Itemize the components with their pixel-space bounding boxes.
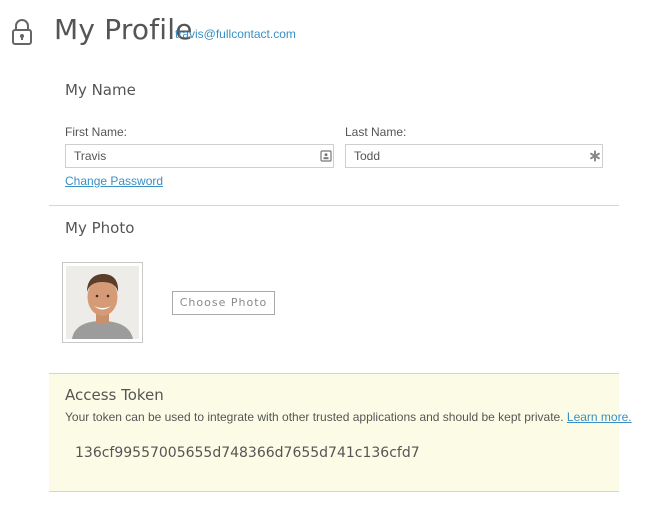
learn-more-link[interactable]: Learn more. bbox=[567, 410, 632, 424]
contact-card-icon bbox=[320, 150, 332, 162]
last-name-label: Last Name: bbox=[345, 125, 407, 139]
last-name-input[interactable] bbox=[345, 144, 603, 168]
my-name-heading: My Name bbox=[65, 81, 136, 99]
profile-page: My Profile travis@fullcontact.com My Nam… bbox=[0, 0, 659, 505]
access-token-heading: Access Token bbox=[65, 386, 164, 404]
user-email-link[interactable]: travis@fullcontact.com bbox=[175, 27, 296, 41]
section-divider bbox=[49, 205, 619, 206]
access-token-value: 136cf99557005655d748366d7655d741c136cfd7 bbox=[75, 445, 420, 461]
profile-photo-image bbox=[66, 266, 139, 339]
profile-photo bbox=[62, 262, 143, 343]
first-name-input[interactable] bbox=[65, 144, 334, 168]
my-photo-heading: My Photo bbox=[65, 219, 135, 237]
token-description-text: Your token can be used to integrate with… bbox=[65, 410, 564, 424]
first-name-label: First Name: bbox=[65, 125, 128, 139]
lock-icon bbox=[12, 19, 32, 45]
required-asterisk-icon bbox=[590, 150, 600, 162]
change-password-link[interactable]: Change Password bbox=[65, 174, 163, 188]
token-description: Your token can be used to integrate with… bbox=[65, 410, 632, 424]
choose-photo-button[interactable]: Choose Photo bbox=[172, 291, 275, 315]
page-title: My Profile bbox=[54, 13, 193, 46]
